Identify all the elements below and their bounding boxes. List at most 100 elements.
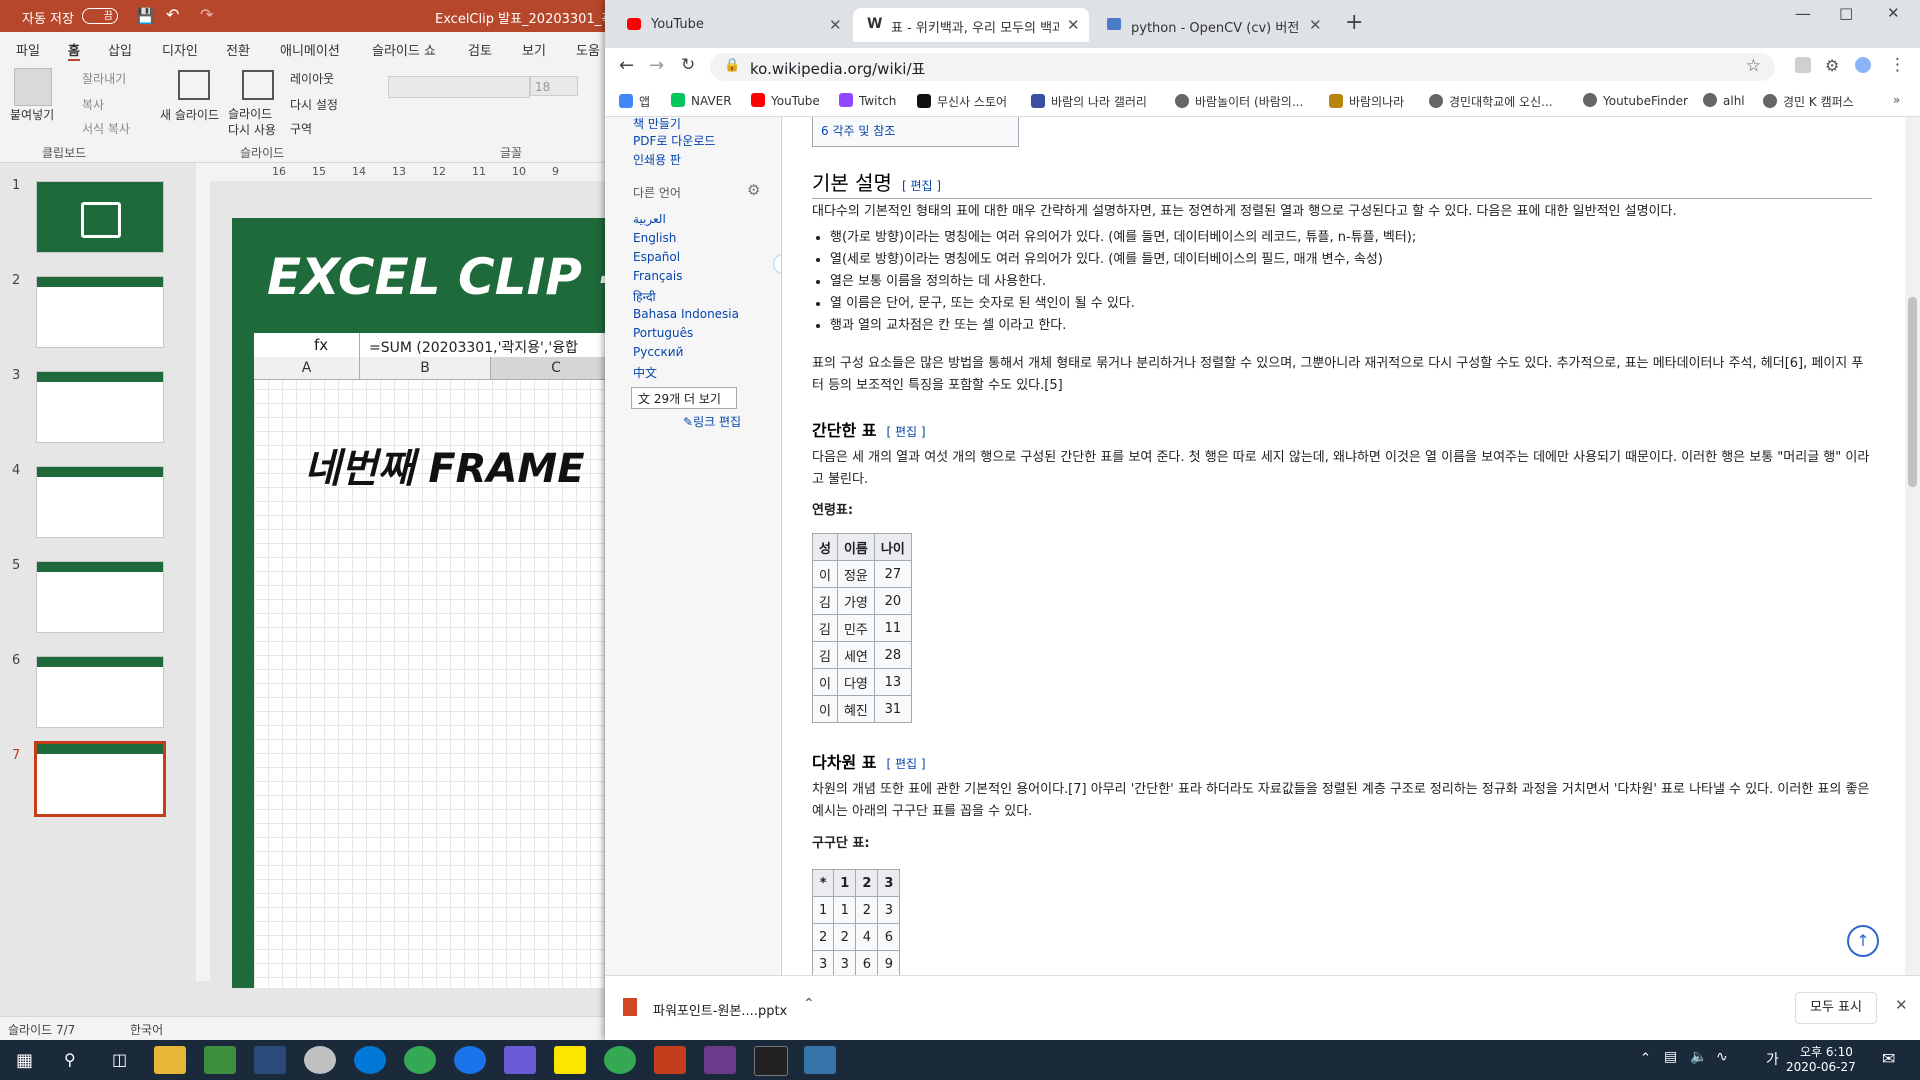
toc-item-6[interactable]: 6 각주 및 참조 <box>821 122 895 139</box>
chevron-up-icon[interactable]: ⌃ <box>1640 1051 1651 1066</box>
undo-icon[interactable]: ↶ <box>166 5 179 24</box>
lang-hindi[interactable]: हिन्दी <box>633 288 656 305</box>
sidebar-link-book[interactable]: 책 만들기 <box>633 117 681 132</box>
bookmark-twitch[interactable]: Twitch <box>839 93 896 108</box>
slide-canvas[interactable]: EXCEL CLIP - fx =SUM (20203301,'곽지용','융합… <box>232 218 612 988</box>
lang-french[interactable]: Français <box>633 269 682 283</box>
edit-link[interactable]: [ 편집 ] <box>902 179 941 193</box>
bookmark-k-campus[interactable]: 경민 K 캠퍼스 <box>1763 93 1854 110</box>
volume-icon[interactable]: 🔈 <box>1690 1049 1707 1065</box>
minimize-icon[interactable]: — <box>1795 4 1811 23</box>
close-icon[interactable]: ✕ <box>1067 16 1080 34</box>
font-name-select[interactable] <box>388 76 530 98</box>
slide-heading[interactable]: EXCEL CLIP - <box>267 248 612 306</box>
reuse-slide-icon[interactable] <box>242 70 274 100</box>
chrome-icon[interactable] <box>604 1046 636 1074</box>
game-icon[interactable] <box>704 1046 736 1074</box>
star-icon[interactable]: ☆ <box>1746 56 1761 76</box>
profile-icon[interactable] <box>1855 57 1871 73</box>
gear-icon[interactable]: ⚙ <box>747 181 760 199</box>
new-slide-button[interactable]: 새 슬라이드 <box>160 106 219 123</box>
column-header[interactable]: 이름 <box>836 533 875 561</box>
file-explorer-icon[interactable] <box>154 1046 186 1074</box>
clock-time[interactable]: 오후 6:10 <box>1800 1043 1853 1060</box>
download-file-name[interactable]: 파워포인트-원본....pptx <box>653 1000 787 1019</box>
slide-thumbnail-5[interactable] <box>36 561 164 633</box>
lang-english[interactable]: English <box>633 231 676 245</box>
section-button[interactable]: 구역 <box>290 120 312 137</box>
menu-review[interactable]: 검토 <box>468 40 492 59</box>
more-languages-button[interactable]: 文 29개 더 보기 <box>631 387 737 409</box>
edit-link[interactable]: [ 편집 ] <box>886 757 925 771</box>
paste-button[interactable]: 붙여넣기 <box>10 106 54 123</box>
menu-home[interactable]: 홈 <box>68 40 80 61</box>
wifi-icon[interactable]: ∿ <box>1716 1049 1728 1065</box>
lang-portuguese[interactable]: Português <box>633 326 693 340</box>
slide-thumbnail-4[interactable] <box>36 466 164 538</box>
bookmark-youtube[interactable]: YouTube <box>751 93 820 108</box>
page-scrollbar[interactable] <box>1905 117 1920 975</box>
edit-link[interactable]: [ 편집 ] <box>886 425 925 439</box>
more-bookmarks-icon[interactable]: » <box>1893 93 1900 107</box>
python-icon[interactable] <box>804 1046 836 1074</box>
lang-spanish[interactable]: Español <box>633 250 680 264</box>
slide-thumbnail-7[interactable] <box>34 741 166 817</box>
edge-icon[interactable] <box>354 1046 386 1074</box>
tab-stackoverflow[interactable]: python - OpenCV (cv) 버전 확인 ✕ <box>1093 8 1329 42</box>
save-icon[interactable]: 💾 <box>136 7 155 25</box>
autosave-toggle[interactable]: 끔 <box>82 8 118 24</box>
bookmark-baram-playground[interactable]: 바람놀이터 (바람의... <box>1175 93 1303 110</box>
reload-icon[interactable]: ↻ <box>681 55 695 75</box>
bookmark-baram[interactable]: 바람의나라 <box>1329 93 1404 110</box>
tab-youtube[interactable]: YouTube ✕ <box>613 8 849 42</box>
chevron-up-icon[interactable]: ⌃ <box>803 996 815 1012</box>
close-download-bar-icon[interactable]: ✕ <box>1895 996 1908 1014</box>
forward-icon[interactable]: → <box>649 55 664 76</box>
app-icon[interactable] <box>304 1046 336 1074</box>
search-icon[interactable]: ⚲ <box>64 1050 76 1069</box>
bookmark-baram-gallery[interactable]: 바람의 나라 갤러리 <box>1031 93 1147 110</box>
slide-thumbnail-1[interactable] <box>36 181 164 253</box>
cut-button[interactable]: 잘라내기 <box>82 70 126 87</box>
slide-thumbnail-3[interactable] <box>36 371 164 443</box>
scroll-to-top-icon[interactable]: ↑ <box>1847 925 1879 957</box>
edit-links[interactable]: ✎링크 편집 <box>683 413 741 430</box>
visual-studio-icon[interactable] <box>254 1046 286 1074</box>
menu-animations[interactable]: 애니메이션 <box>280 40 340 59</box>
window-close-icon[interactable]: ✕ <box>1887 4 1900 22</box>
close-icon[interactable]: ✕ <box>1309 16 1322 34</box>
maps-icon[interactable] <box>454 1046 486 1074</box>
redo-icon[interactable]: ↷ <box>200 5 213 24</box>
sidebar-link-print[interactable]: 인쇄용 판 <box>633 151 681 168</box>
tab-wikipedia[interactable]: W 표 - 위키백과, 우리 모두의 백과 ✕ <box>853 8 1089 42</box>
puzzle-icon[interactable]: ⚙ <box>1825 56 1839 75</box>
ime-icon[interactable]: 가 <box>1766 1049 1779 1069</box>
maximize-icon[interactable]: □ <box>1839 4 1853 22</box>
windows-start-icon[interactable]: ▦ <box>16 1050 33 1071</box>
network-icon[interactable]: ▤ <box>1664 1049 1677 1065</box>
clock-date[interactable]: 2020-06-27 <box>1786 1060 1856 1074</box>
font-size-select[interactable]: 18 <box>530 76 578 96</box>
paste-icon[interactable] <box>14 68 52 106</box>
terminal-icon[interactable] <box>754 1046 788 1076</box>
lang-chinese[interactable]: 中文 <box>633 364 657 381</box>
menu-view[interactable]: 보기 <box>522 40 546 59</box>
lang-arabic[interactable]: العربية <box>633 212 666 226</box>
format-painter-button[interactable]: 서식 복사 <box>82 120 130 137</box>
sidebar-link-pdf[interactable]: PDF로 다운로드 <box>633 132 715 149</box>
bookmark-youtubefinder[interactable]: YoutubeFinder <box>1583 93 1688 108</box>
bookmark-apps[interactable]: 앱 <box>619 93 650 110</box>
reuse-slide-button[interactable]: 슬라이드 다시 사용 <box>228 106 276 138</box>
omnibox[interactable]: 🔒 ko.wikipedia.org/wiki/표 ☆ <box>710 53 1775 81</box>
menu-file[interactable]: 파일 <box>16 40 40 59</box>
extension-icon[interactable] <box>1795 57 1811 73</box>
kakaotalk-icon[interactable] <box>554 1046 586 1074</box>
copy-button[interactable]: 복사 <box>82 96 104 113</box>
back-icon[interactable]: ← <box>619 55 634 76</box>
layout-button[interactable]: 레이아웃 <box>290 70 334 87</box>
bookmark-musinsa[interactable]: 무신사 스토어 <box>917 93 1007 110</box>
bookmark-alhl[interactable]: alhl <box>1703 93 1745 108</box>
new-slide-icon[interactable] <box>178 70 210 100</box>
lang-indonesian[interactable]: Bahasa Indonesia <box>633 307 739 321</box>
lock-icon[interactable]: 🔒 <box>724 58 740 73</box>
